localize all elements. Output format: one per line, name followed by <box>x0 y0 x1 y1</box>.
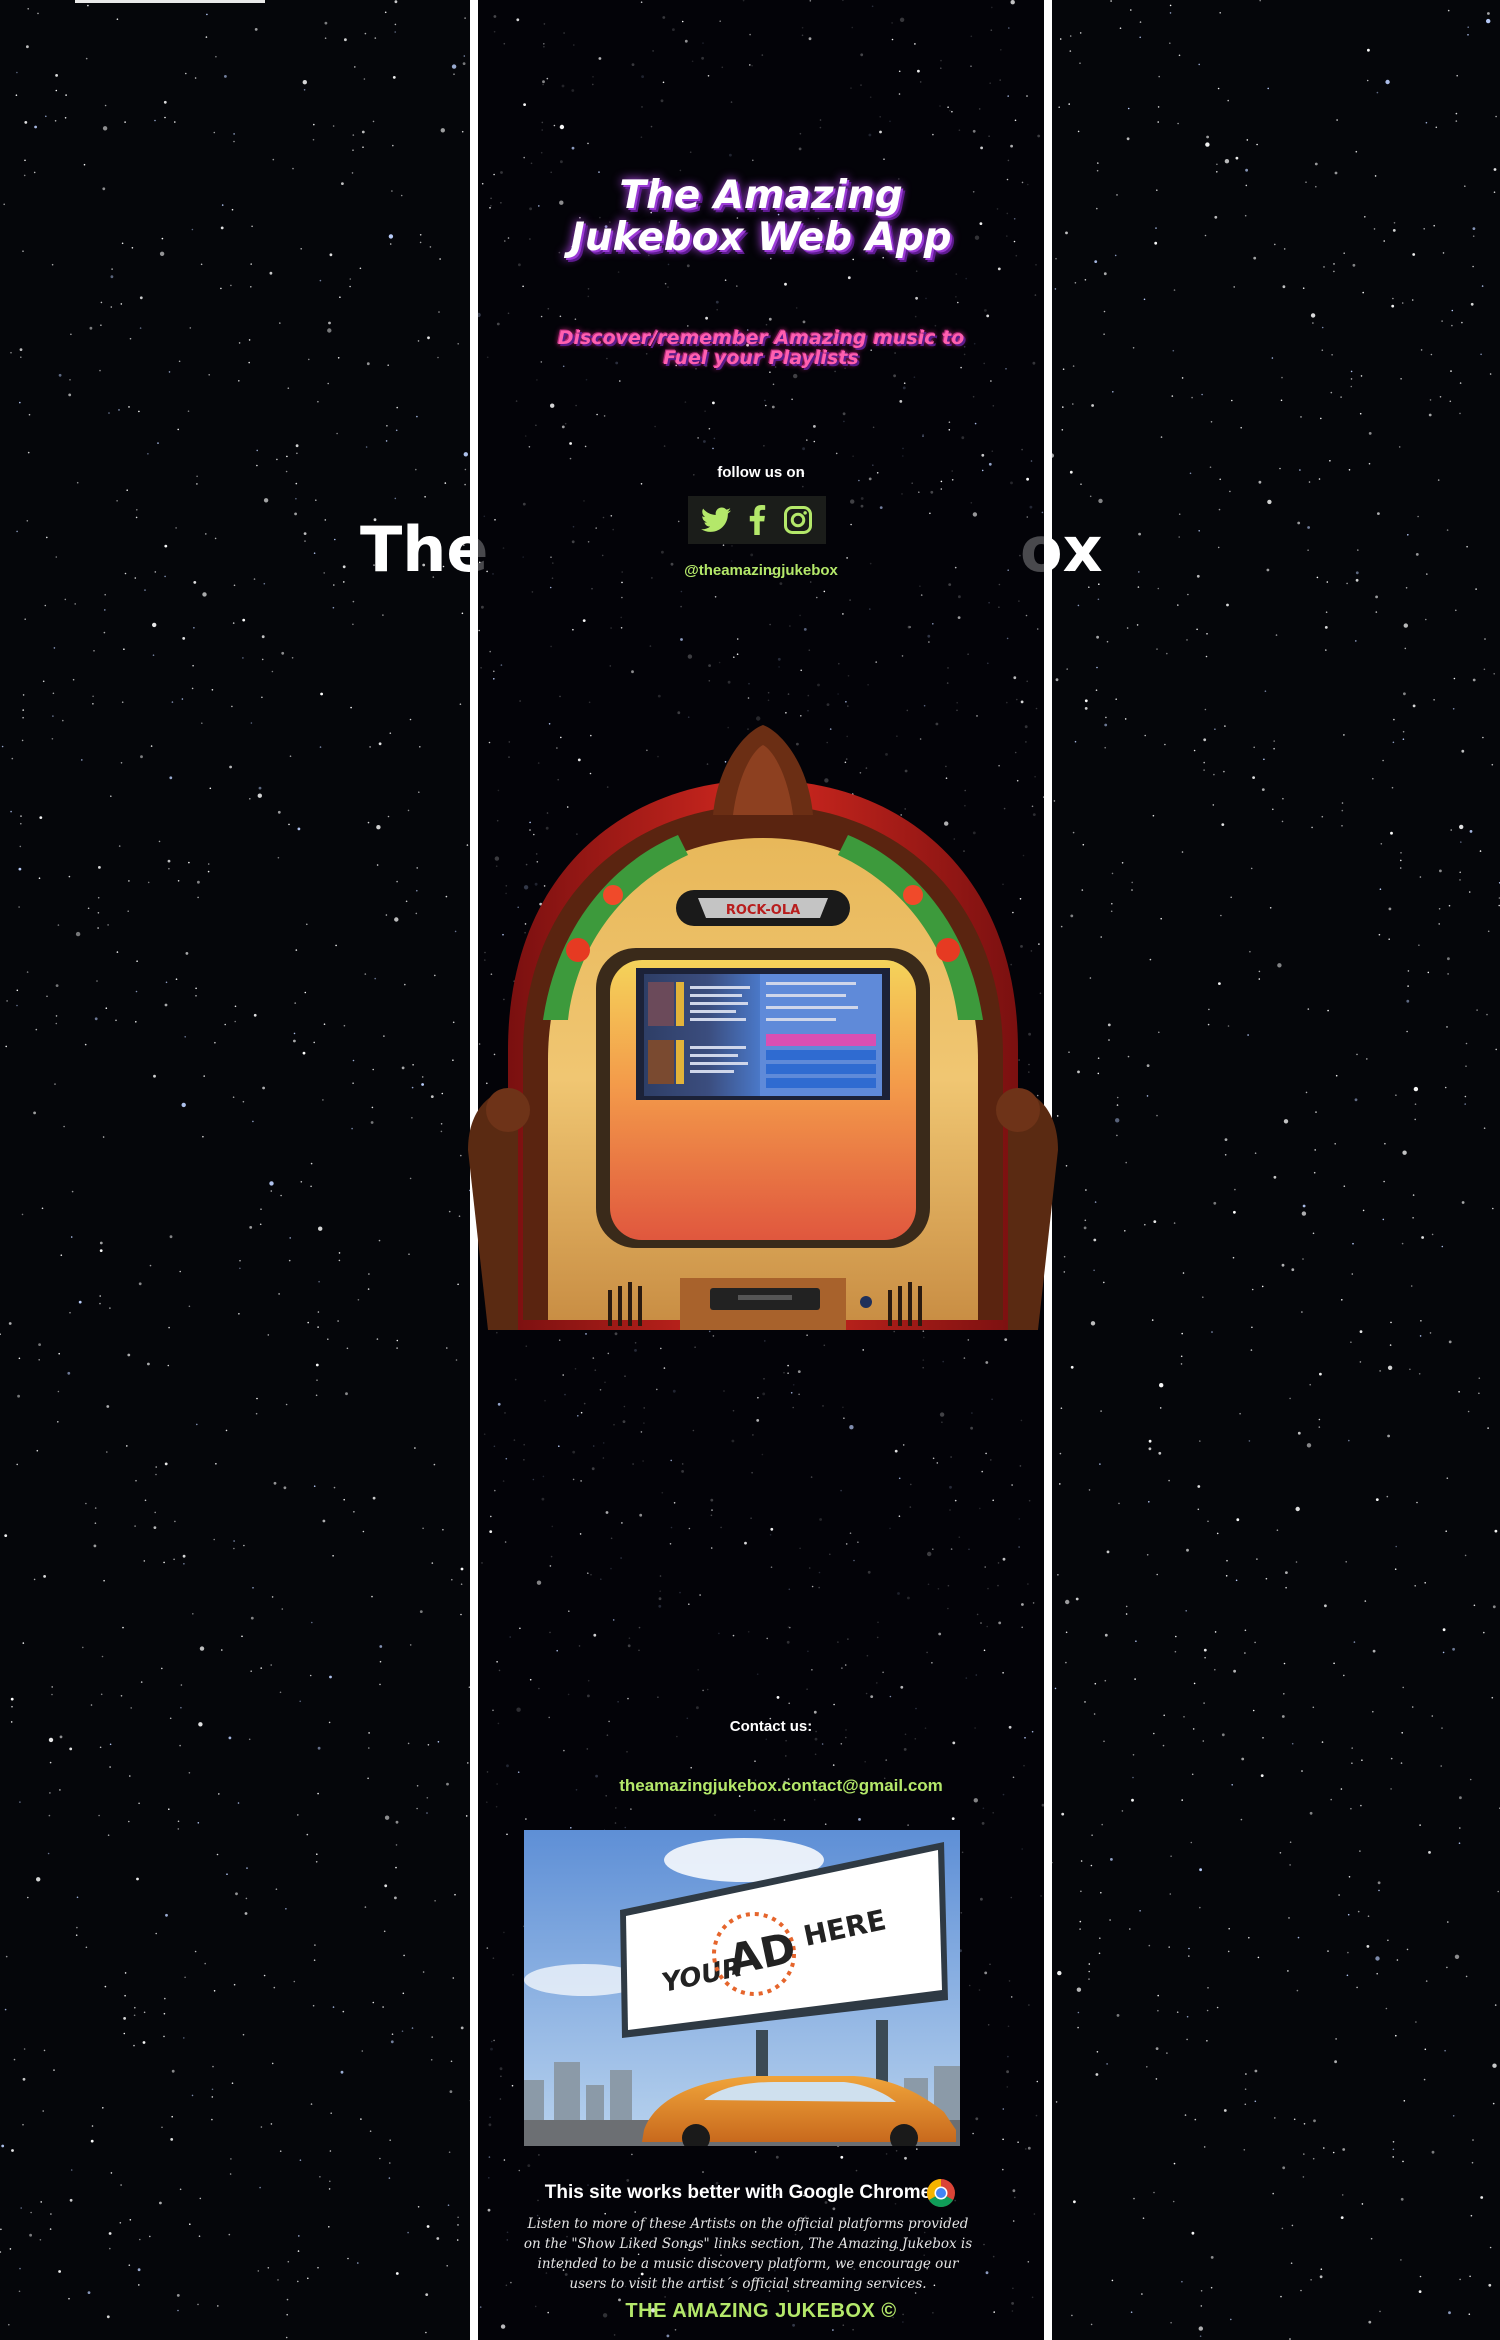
chrome-recommendation: This site works better with Google Chrom… <box>544 2182 932 2203</box>
contact-label: Contact us: <box>729 1718 813 1735</box>
social-handle[interactable]: @theamazingjukebox <box>478 562 1044 579</box>
instagram-icon[interactable] <box>782 504 814 536</box>
app-title: The Amazing Jukebox Web App <box>570 173 952 260</box>
follow-label: follow us on <box>717 464 805 481</box>
top-tab-indicator <box>75 0 265 3</box>
main-column: The Amazing Jukebox Web App Discover/rem… <box>468 0 1058 2340</box>
footer-copyright: THE AMAZING JUKEBOX © <box>625 2300 897 2322</box>
chrome-icon <box>927 2179 955 2207</box>
social-links <box>688 496 826 544</box>
artist-disclaimer: Listen to more of these Artists on the o… <box>523 2216 973 2292</box>
jukebox-image: ROCK-OLA <box>468 725 1058 1330</box>
ad-banner[interactable]: YOUR AD HERE <box>524 1830 960 2146</box>
app-tagline: Discover/remember Amazing music to Fuel … <box>557 327 965 369</box>
contact-email-link[interactable]: theamazingjukebox.contact@gmail.com <box>478 1776 1044 1796</box>
jukebox-brand: ROCK-OLA <box>726 903 800 918</box>
facebook-icon[interactable] <box>741 504 773 536</box>
twitter-icon[interactable] <box>700 504 732 536</box>
